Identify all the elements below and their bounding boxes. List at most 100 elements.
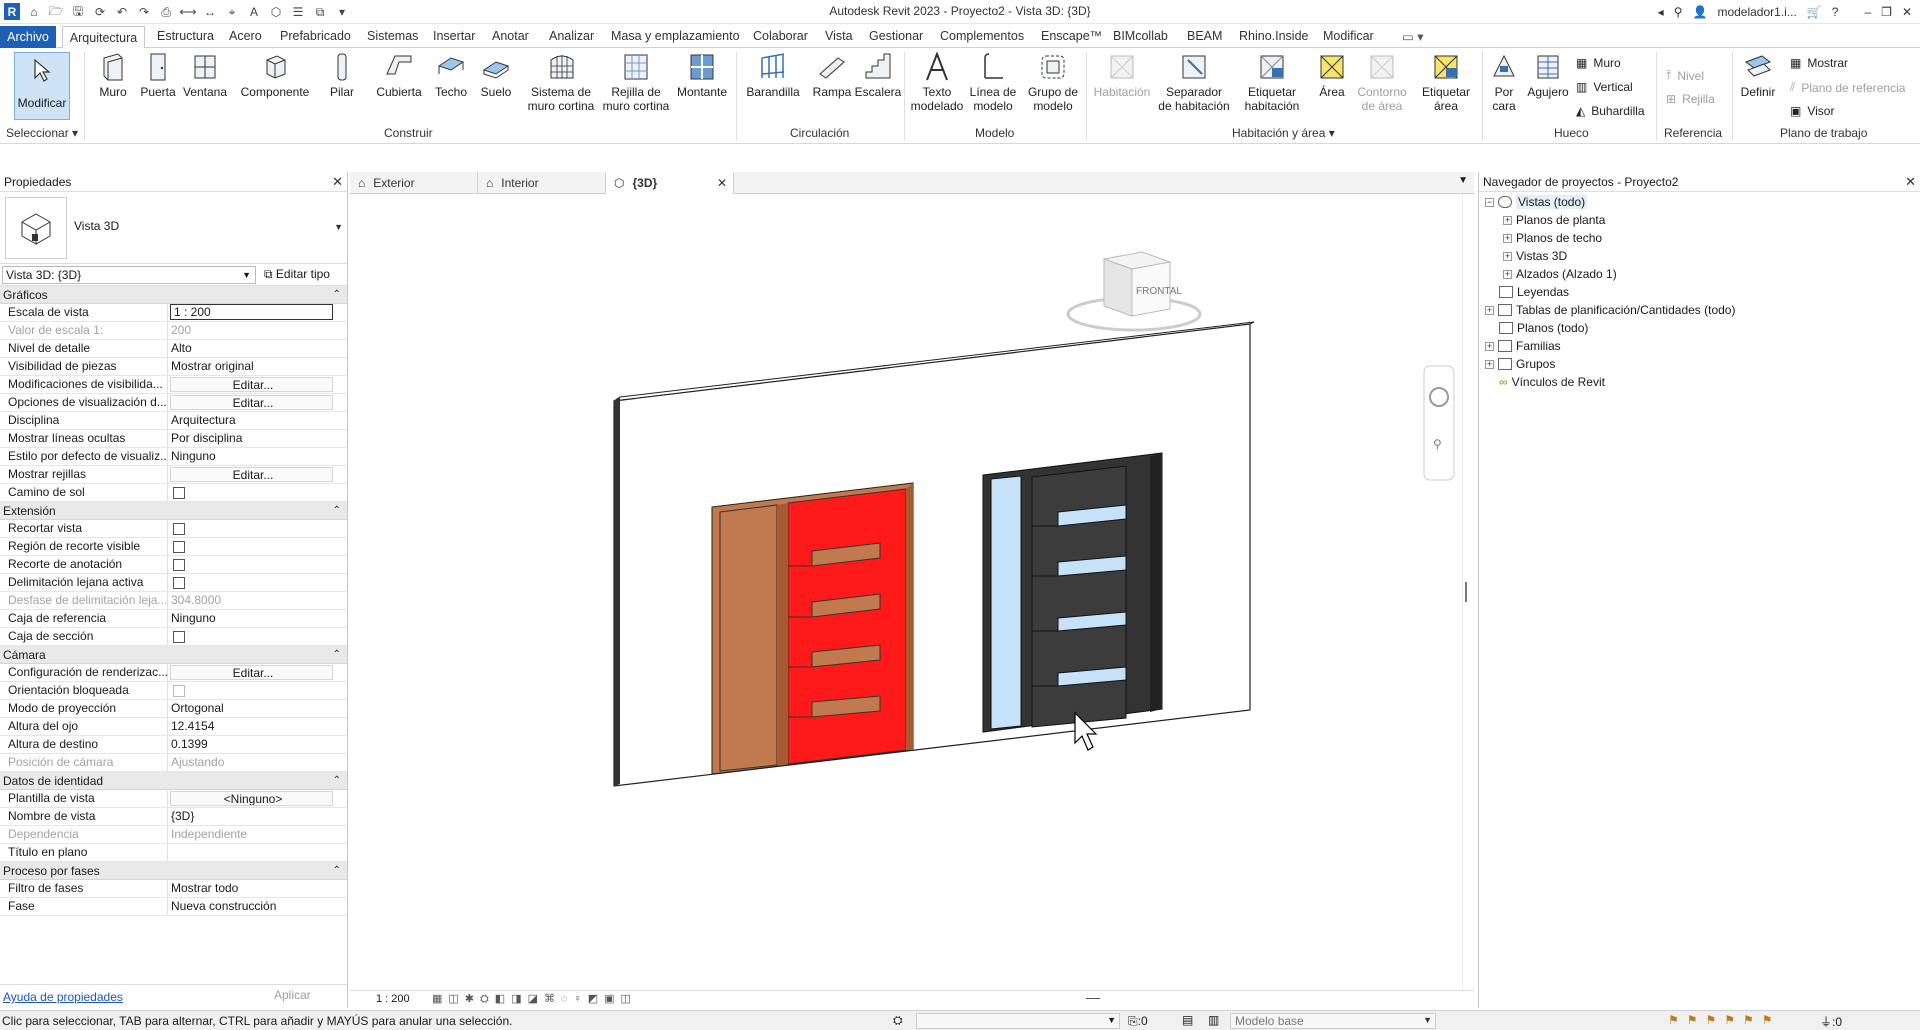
revit-logo[interactable]: R [4,3,20,20]
room-button[interactable]: Habitación [1090,52,1154,99]
tab-analizar[interactable]: Analizar [549,29,594,43]
ramp-button[interactable]: Rampa [810,52,854,99]
tree-node-floor-plans[interactable]: + Planos de planta [1503,213,1605,227]
zoom-icon[interactable]: ⚲ [1433,437,1442,451]
tab-gestionar[interactable]: Gestionar [869,29,923,43]
measure-icon[interactable]: ⟷ [179,4,196,20]
window-button[interactable]: Ventana [182,52,228,99]
tab-interior[interactable]: ⌂ Interior [478,172,606,194]
binoculars-icon[interactable]: ⚲ [1674,5,1683,19]
property-value[interactable]: Ninguno [168,610,333,627]
sync-icon[interactable]: ⟳ [92,4,108,20]
collapse-chevron-icon[interactable]: ⌃ [333,286,341,304]
design-option-select[interactable]: Modelo base ▼ [1230,1013,1436,1029]
apply-button[interactable]: Aplicar [274,988,311,1002]
properties-help-link[interactable]: Ayuda de propiedades [3,990,123,1004]
room-area-panel-label[interactable]: Habitación y área ▾ [1232,126,1335,140]
close-icon[interactable]: ✕ [1905,174,1916,190]
tab-anotar[interactable]: Anotar [492,29,529,43]
tag-room-button[interactable]: Etiquetar habitación [1240,52,1304,113]
cart-icon[interactable]: 🛒 [1807,5,1822,19]
tab-acero[interactable]: Acero [229,29,262,43]
property-checkbox[interactable] [173,577,185,589]
door-button[interactable]: Puerta [140,52,176,99]
curtain-system-button[interactable]: Sistema de muro cortina [524,52,598,113]
property-value[interactable]: Alto [168,340,333,357]
tab-sistemas[interactable]: Sistemas [367,29,418,43]
vertical-scrollbar[interactable] [1462,194,1474,990]
tree-node-sheets[interactable]: Planos (todo) [1499,321,1588,335]
collapse-icon[interactable]: − [1485,197,1494,207]
property-edit-button[interactable]: Editar... [170,395,333,410]
room-separator-button[interactable]: Separador de habitación [1156,52,1232,113]
floor-button[interactable]: Suelo [478,52,514,99]
property-section-header[interactable]: Extensión ⌃ [0,502,347,520]
view-control-icons[interactable]: ▦◫✱⛭◧◨◪⌘◌♀◩▣◫ [432,992,637,1006]
set-workplane-button[interactable]: Definir [1734,52,1782,99]
ribbon-options-icon[interactable]: ▭ ▾ [1402,29,1424,44]
horizontal-scrollbar[interactable] [1086,998,1100,999]
property-section-header[interactable]: Datos de identidad ⌃ [0,772,347,790]
undo-icon[interactable]: ↶ [114,4,130,20]
tag-icon[interactable]: ⌖ [224,4,240,20]
dimension-icon[interactable]: ↔ [202,4,218,20]
tab-list-icon[interactable]: ▼ [1458,175,1468,186]
modify-button[interactable]: Modificar [14,52,70,120]
column-button[interactable]: Pilar [326,52,358,99]
workset-select[interactable]: ▼ [916,1013,1120,1029]
model-text-button[interactable]: Texto modelado [908,52,966,113]
tab-beam[interactable]: BEAM [1187,29,1222,43]
customize-toolbar-icon[interactable]: ▾ [334,4,350,20]
model-group-button[interactable]: Grupo de modelo [1024,52,1082,113]
tree-node-schedules[interactable]: + Tablas de planificación/Cantidades (tod… [1485,303,1735,317]
view-scale[interactable]: 1 : 200 [376,993,410,1005]
design-options-icon[interactable]: ▤ [1182,1013,1193,1027]
edit-type-button[interactable]: ⧉ Editar tipo [264,267,330,282]
redo-icon[interactable]: ↷ [136,4,152,20]
property-checkbox[interactable] [173,487,185,499]
print-icon[interactable]: ⎙ [158,4,174,20]
tab-bimcollab[interactable]: BIMcollab [1113,29,1168,43]
default-3d-view-icon[interactable]: ⬡ [268,4,284,20]
door-red-wood[interactable] [711,482,914,775]
tree-node-families[interactable]: + Familias [1485,339,1561,353]
expand-icon[interactable]: + [1485,305,1494,315]
collapse-chevron-icon[interactable]: ⌃ [333,646,341,664]
vertical-opening-button[interactable]: ▥ Vertical [1576,80,1633,94]
roof-button[interactable]: Cubierta [374,52,424,99]
tab-rhino-inside[interactable]: Rhino.Inside [1239,29,1309,43]
expand-icon[interactable]: + [1485,359,1494,369]
property-checkbox[interactable] [173,631,185,643]
tab-vista[interactable]: Vista [825,29,853,43]
model-line-button[interactable]: Línea de modelo [966,52,1020,113]
close-tab-icon[interactable]: ✕ [717,176,727,190]
property-value[interactable]: Mostrar original [168,358,333,375]
by-face-button[interactable]: Por cara [1484,52,1524,113]
stair-button[interactable]: Escalera [855,52,901,99]
chevron-down-icon[interactable]: ▼ [334,222,343,232]
user-icon[interactable]: 👤 [1693,5,1708,19]
expand-icon[interactable]: + [1503,269,1512,279]
minimize-button[interactable]: – [1864,5,1871,19]
tab-prefabricado[interactable]: Prefabricado [280,29,351,43]
viewer-button[interactable]: ▣ Visor [1790,104,1834,118]
property-value[interactable] [168,844,333,861]
collapse-chevron-icon[interactable]: ⌃ [333,862,341,880]
view-cube[interactable]: FRONTAL [1066,251,1202,332]
property-section-header[interactable]: Cámara ⌃ [0,646,347,664]
property-checkbox[interactable] [173,541,185,553]
instance-filter-select[interactable]: Vista 3D: {3D} ▼ [2,266,256,284]
tab-3d[interactable]: ⬡ {3D} ✕ [606,172,734,194]
level-button[interactable]: ⤒ Nivel [1666,68,1704,83]
tab-colaborar[interactable]: Colaborar [753,29,808,43]
collapse-arrow-icon[interactable]: ◂ [1658,5,1664,19]
help-icon[interactable]: ? [1832,5,1839,19]
dormer-button[interactable]: ◭ Buhardilla [1576,104,1645,118]
tab-arquitectura[interactable]: Arquitectura [62,26,145,49]
tree-node-legends[interactable]: Leyendas [1499,285,1569,299]
expand-icon[interactable]: + [1485,341,1494,351]
property-checkbox[interactable] [173,523,185,535]
property-edit-button[interactable]: Editar... [170,377,333,392]
property-value[interactable]: Nueva construcción [168,898,333,915]
user-name[interactable]: modelador1.i... [1717,5,1796,19]
